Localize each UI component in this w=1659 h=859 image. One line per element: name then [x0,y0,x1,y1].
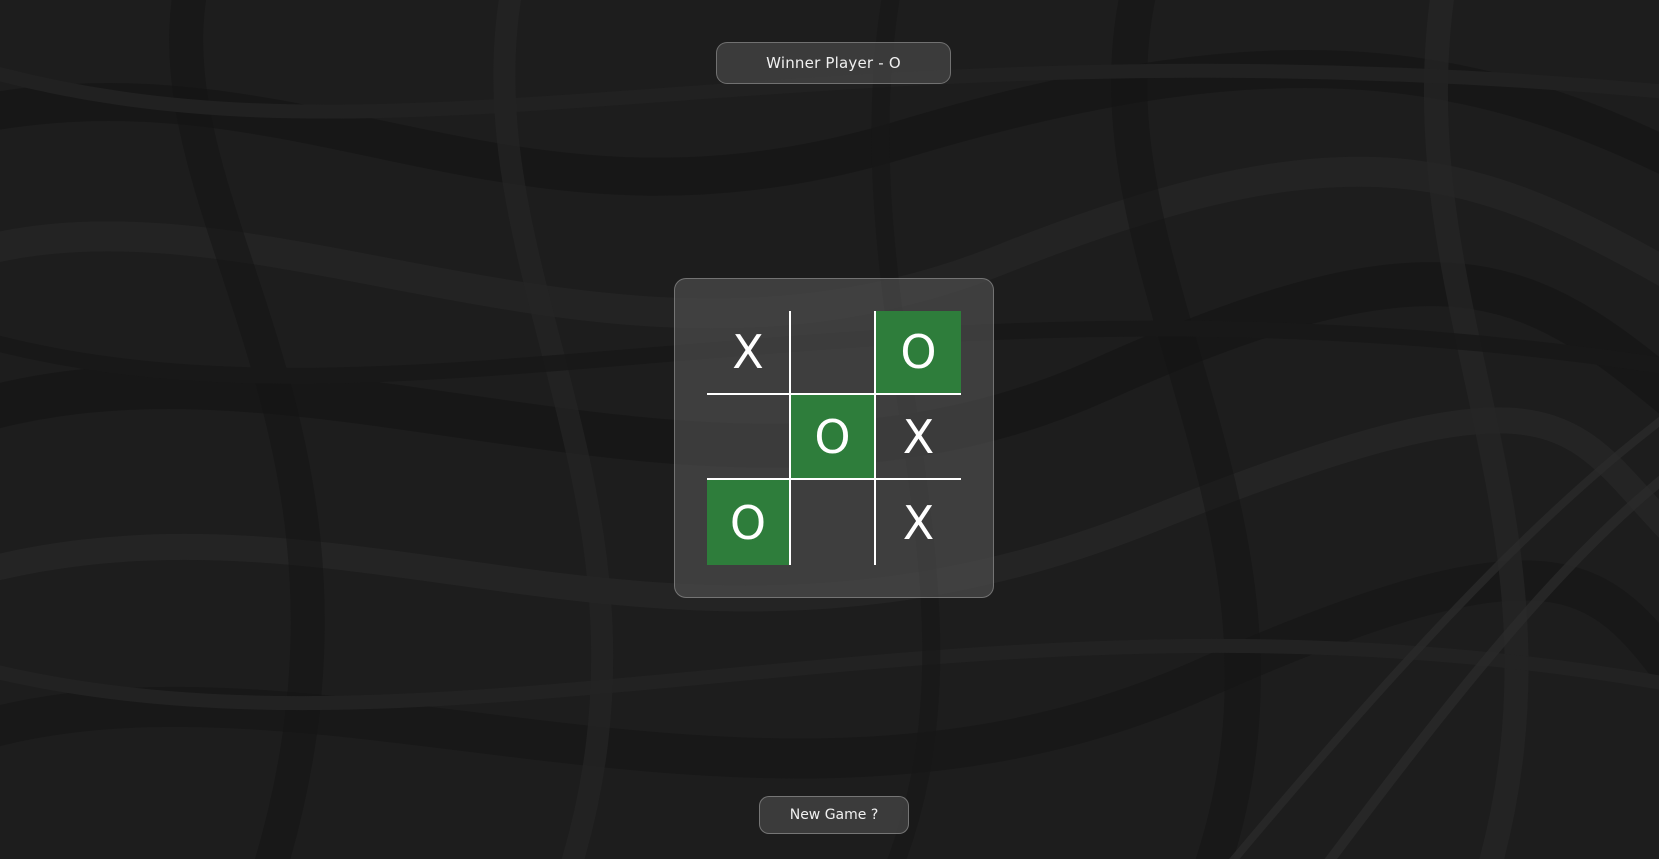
cell-mark: X [902,409,935,464]
cell-mark: X [902,495,935,550]
cell-mark: O [814,409,851,464]
board-cell-7[interactable]: O [707,480,791,565]
winner-status: Winner Player - O [716,42,951,84]
board-cell-1[interactable]: X [707,311,791,395]
board-cell-9[interactable]: X [876,480,961,565]
board-cell-2[interactable] [791,311,876,395]
board-cell-6[interactable]: X [876,395,961,480]
board-cell-3[interactable]: O [876,311,961,395]
game-board-card: X O O X O X [674,278,994,598]
cell-mark: X [732,325,764,379]
board-cell-8[interactable] [791,480,876,565]
new-game-button[interactable]: New Game ? [759,796,909,834]
board-cell-4[interactable] [707,395,791,480]
cell-mark: O [729,495,767,550]
game-board: X O O X O X [707,311,961,565]
board-cell-5[interactable]: O [791,395,876,480]
winner-status-text: Winner Player - O [766,54,901,72]
new-game-label: New Game ? [789,807,879,823]
cell-mark: O [900,325,937,379]
